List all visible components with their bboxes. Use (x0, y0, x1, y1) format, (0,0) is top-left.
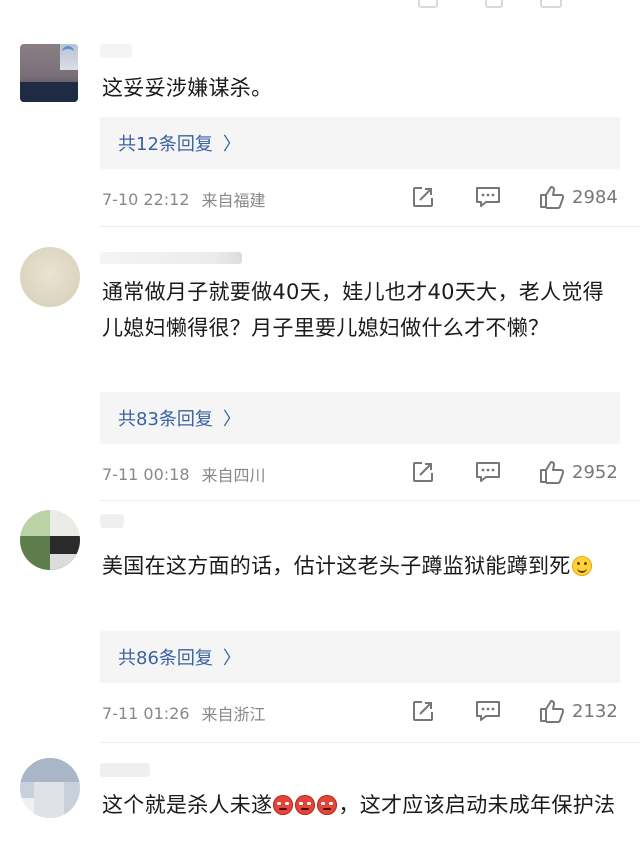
reply-box: 共86条回复 〉 (100, 631, 620, 683)
angry-emoji-icon (317, 795, 338, 815)
like-button[interactable]: 2952 (538, 459, 618, 485)
reply-count-label: 共86条回复 (118, 648, 213, 669)
comment-time: 7-10 22:12 (102, 189, 190, 209)
angry-emoji-icon (273, 795, 294, 815)
chevron-right-icon: 〉 (222, 409, 241, 430)
comment-text-body: 这个就是杀人未遂 (102, 793, 273, 817)
username[interactable] (100, 763, 150, 777)
like-count: 2984 (572, 186, 618, 208)
chevron-right-icon: 〉 (222, 648, 241, 669)
username[interactable] (100, 514, 124, 528)
divider (100, 742, 640, 743)
like-count: 2952 (572, 461, 618, 483)
divider (100, 226, 640, 227)
reply-box: 共83条回复 〉 (100, 392, 620, 444)
reply-count-label: 共83条回复 (118, 409, 213, 430)
comment-time: 7-11 00:18 (102, 464, 190, 484)
share-button[interactable] (410, 698, 436, 724)
like-button[interactable]: 2984 (538, 184, 618, 210)
avatar[interactable] (20, 510, 80, 570)
comment-icon (485, 0, 503, 8)
share-icon (413, 187, 433, 207)
view-replies-link[interactable]: 共83条回复 〉 (118, 405, 241, 431)
comment-icon (476, 187, 500, 207)
comment-meta: 7-10 22:12 来自福建 (102, 187, 266, 211)
comment-button[interactable] (474, 698, 502, 724)
thumbs-up-icon (540, 461, 565, 484)
comment-text: 这妥妥涉嫌谋杀。 (102, 76, 273, 100)
comment-button[interactable] (474, 184, 502, 210)
username[interactable] (100, 44, 132, 58)
username[interactable] (100, 252, 242, 264)
comment-actions: 2132 (410, 698, 618, 724)
share-button[interactable] (410, 184, 436, 210)
reply-box: 共12条回复 〉 (100, 117, 620, 169)
comment-meta: 7-11 00:18 来自四川 (102, 462, 266, 486)
thumbs-up-icon (540, 0, 562, 8)
comment-meta: 7-11 01:26 来自浙江 (102, 701, 266, 725)
thumbs-up-icon (540, 700, 565, 723)
comment-text: 美国在这方面的话，估计这老头子蹲监狱能蹲到死 (102, 548, 622, 584)
previous-comment-actions-fragment (0, 0, 640, 10)
smile-emoji-icon (571, 556, 592, 576)
angry-emoji-icon (295, 795, 316, 815)
view-replies-link[interactable]: 共86条回复 〉 (118, 644, 241, 670)
thumbs-up-icon (540, 186, 565, 209)
avatar[interactable] (20, 758, 80, 818)
share-icon (413, 701, 433, 721)
chevron-right-icon: 〉 (222, 134, 241, 155)
share-button[interactable] (410, 459, 436, 485)
comment-location: 来自四川 (201, 466, 266, 485)
comment-text: 这个就是杀人未遂 ，这才应该启动未成年保护法 (102, 787, 622, 823)
like-button[interactable]: 2132 (538, 698, 618, 724)
comment-text-body: 美国在这方面的话，估计这老头子蹲监狱能蹲到死 (102, 554, 571, 578)
comment-text: 通常做月子就要做40天，娃儿也才40天大，老人觉得儿媳妇懒得很？月子里要儿媳妇做… (102, 280, 604, 340)
comment-location: 来自浙江 (201, 705, 266, 724)
comment-icon (476, 462, 500, 482)
comment-text-tail: ，这才应该启动未成年保护法 (338, 793, 616, 817)
comment-icon (476, 701, 500, 721)
divider (100, 500, 640, 501)
comment-time: 7-11 01:26 (102, 703, 190, 723)
like-count: 2132 (572, 700, 618, 722)
comment-actions: 2952 (410, 459, 618, 485)
avatar[interactable] (20, 44, 78, 102)
avatar[interactable] (20, 247, 80, 307)
comment-actions: 2984 (410, 184, 618, 210)
view-replies-link[interactable]: 共12条回复 〉 (118, 130, 241, 156)
comment-button[interactable] (474, 459, 502, 485)
reply-count-label: 共12条回复 (118, 134, 213, 155)
share-icon (413, 462, 433, 482)
comment-location: 来自福建 (201, 191, 266, 210)
share-icon (418, 0, 438, 8)
